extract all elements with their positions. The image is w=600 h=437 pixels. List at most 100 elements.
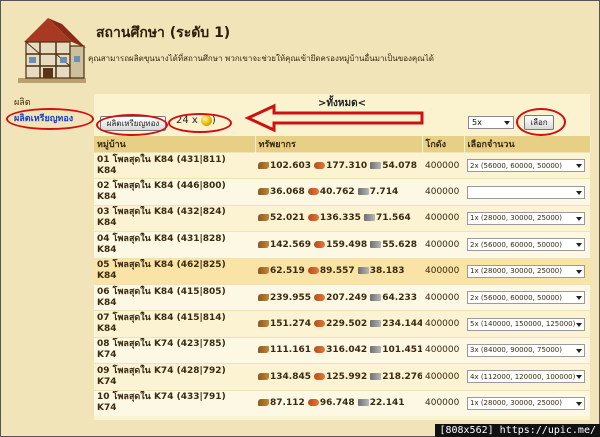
iron-amount: 38.183 [369,266,405,277]
amount-dropdown[interactable]: 2x (56000, 60000, 50000) [467,159,585,173]
iron-icon [370,346,382,354]
clay-amount: 40.762 [319,187,355,198]
storage-cell: 400000 [422,178,464,206]
village-cell: 05 โพลสุดใน K84 (462|825) K84 [94,257,255,285]
amount-dropdown[interactable]: 3x (84000, 90000, 75000) [467,343,585,357]
village-link[interactable]: 06 โพลสุดใน K84 (415|805) [97,287,226,297]
village-link[interactable]: 01 โพลสุดใน K84 (431|811) [97,155,226,165]
iron-amount: 22.141 [369,398,405,409]
clay-icon [307,399,319,407]
amount-dropdown[interactable]: 5x (140000, 150000, 125000) [467,317,585,331]
clay-amount: 177.310 [326,160,368,171]
wood-icon [258,293,269,301]
amount-dropdown[interactable]: 1x (28000, 30000, 25000) [467,211,585,225]
clay-icon [314,240,326,248]
village-continent: K84 [97,271,117,282]
clay-amount: 96.748 [319,398,355,409]
resources-cell: 151.274 229.502 234.144 [255,310,422,338]
choice-cell: 1x (28000, 30000, 25000) [464,204,590,232]
table-row: 01 โพลสุดใน K84 (431|811) K84 102.603 177.… [94,151,590,179]
iron-icon [370,293,382,301]
amount-dropdown[interactable]: 4x (112000, 120000, 100000) [467,370,585,384]
chevron-down-icon [576,164,582,169]
chevron-down-icon [576,296,582,301]
village-continent: K84 [97,297,117,308]
clay-icon [314,293,326,301]
village-link[interactable]: 03 โพลสุดใน K84 (432|824) [97,207,226,217]
chevron-down-icon [576,216,582,221]
wood-icon [258,188,269,196]
wood-amount: 52.021 [270,213,305,224]
mint-coins-button[interactable]: ผลิตเหรียญทอง [100,116,166,131]
wood-icon [258,161,269,169]
choice-cell: 1x (28000, 30000, 25000) [464,257,590,285]
village-cell: 02 โพลสุดใน K84 (446|800) K84 [94,178,255,206]
village-cell: 04 โพลสุดใน K84 (431|828) K84 [94,231,255,259]
village-cell: 09 โพลสุดใน K74 (428|792) K74 [94,363,255,391]
table-row: 08 โพลสุดใน K74 (423|785) K74 111.161 316.… [94,336,590,364]
page-title: สถานศึกษา (ระดับ 1) [96,25,231,41]
amount-dropdown[interactable]: 2x (56000, 60000, 50000) [467,238,585,252]
village-continent: K84 [97,165,117,176]
village-link[interactable]: 05 โพลสุดใน K84 (462|825) [97,260,226,270]
wood-amount: 142.569 [270,239,311,250]
chevron-down-icon [504,120,510,125]
iron-icon [370,240,382,248]
resources-cell: 134.845 125.992 218.276 [255,363,422,391]
village-link[interactable]: 08 โพลสุดใน K74 (423|785) [97,339,226,349]
village-link[interactable]: 04 โพลสุดใน K84 (431|828) [97,234,226,244]
village-continent: K84 [97,192,117,203]
choice-cell [464,178,590,206]
amount-select-value: 5x [472,118,482,127]
village-link[interactable]: 02 โพลสุดใน K84 (446|800) [97,181,226,191]
village-continent: K84 [97,218,117,229]
clay-icon [314,320,326,328]
storage-cell: 400000 [422,151,464,179]
village-link[interactable]: 10 โพลสุดใน K74 (433|791) [97,392,226,402]
table-row: 07 โพลสุดใน K84 (415|814) K84 151.274 229.… [94,310,590,338]
amount-dropdown-value: 1x (28000, 30000, 25000) [470,399,562,408]
coin-counter: 24 x ) [176,115,216,126]
menu-item-produce[interactable]: ผลิต [12,94,98,110]
village-cell: 07 โพลสุดใน K84 (415|814) K84 [94,310,255,338]
chevron-down-icon [576,269,582,274]
coin-count: 24 x [176,115,198,126]
resources-cell: 52.021 136.335 71.564 [255,204,422,232]
choice-cell: 4x (112000, 120000, 100000) [464,363,590,391]
chevron-down-icon [576,375,582,380]
left-menu: ผลิต ผลิตเหรียญทอง [12,94,98,126]
clay-amount: 316.042 [326,345,368,356]
wood-icon [258,214,269,222]
select-button[interactable]: เลือก [524,115,554,130]
clay-icon [307,188,319,196]
clay-amount: 229.502 [326,319,368,330]
iron-icon [357,399,369,407]
clay-icon [307,267,319,275]
iron-amount: 234.144 [382,319,422,330]
amount-dropdown[interactable] [467,185,585,199]
chevron-down-icon [576,190,582,195]
amount-dropdown-value: 3x (84000, 90000, 75000) [470,346,562,355]
amount-select[interactable]: 5x [468,116,514,129]
village-link[interactable]: 07 โพลสุดใน K84 (415|814) [97,313,226,323]
village-cell: 03 โพลสุดใน K84 (432|824) K84 [94,204,255,232]
wood-amount: 111.161 [270,345,311,356]
watermark: [808x562] https://upic.me/ [435,424,600,437]
amount-dropdown[interactable]: 1x (28000, 30000, 25000) [467,396,585,410]
village-link[interactable]: 09 โพลสุดใน K74 (428|792) [97,366,226,376]
clay-amount: 136.335 [319,213,361,224]
storage-cell: 400000 [422,363,464,391]
amount-dropdown-value: 5x (140000, 150000, 125000) [470,320,576,329]
table-row: 09 โพลสุดใน K74 (428|792) K74 134.845 125.… [94,363,590,391]
menu-item-mint-coins[interactable]: ผลิตเหรียญทอง [12,110,98,126]
amount-dropdown[interactable]: 2x (56000, 60000, 50000) [467,291,585,305]
storage-cell: 400000 [422,283,464,311]
wood-icon [258,399,269,407]
amount-dropdown[interactable]: 1x (28000, 30000, 25000) [467,264,585,278]
resources-cell: 36.068 40.762 7.714 [255,178,422,206]
resources-cell: 102.603 177.310 54.078 [255,151,422,179]
resources-cell: 239.955 207.249 64.233 [255,283,422,311]
chevron-down-icon [576,348,582,353]
academy-building-icon [18,18,86,83]
village-continent: K84 [97,244,117,255]
